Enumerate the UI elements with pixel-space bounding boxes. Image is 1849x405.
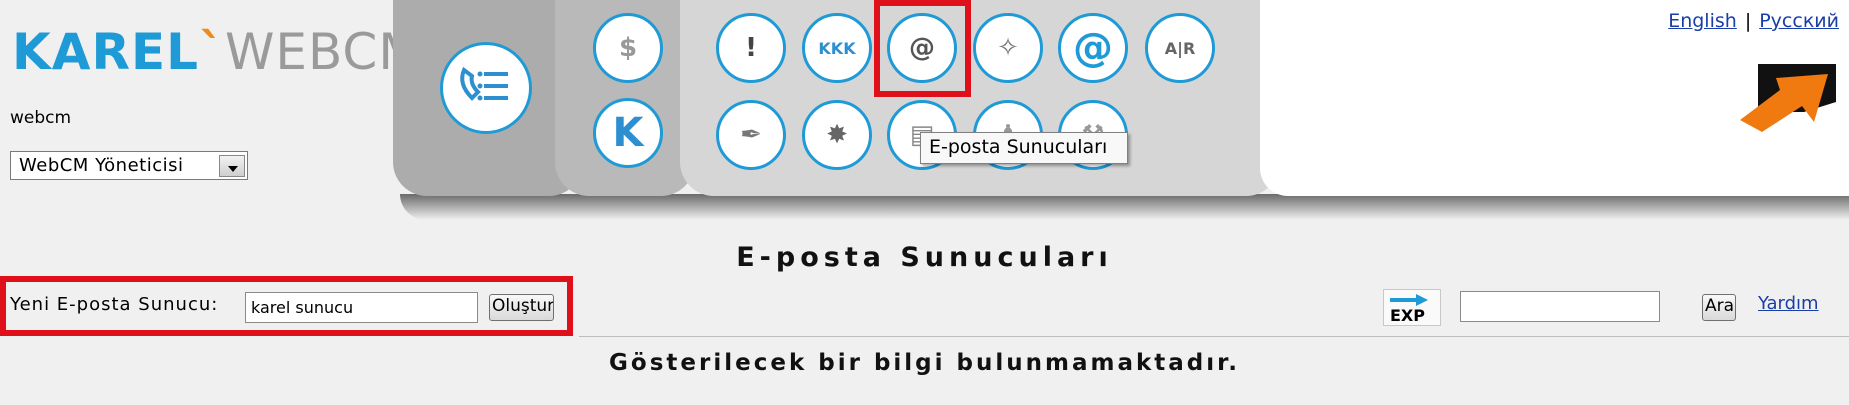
create-button[interactable]: Oluştur bbox=[489, 294, 554, 321]
call-list-icon[interactable] bbox=[440, 42, 532, 134]
logo-accent: ` bbox=[198, 23, 225, 81]
empty-results-message: Gösterilecek bir bilgi bulunmamaktadır. bbox=[609, 350, 1240, 376]
page: KAREL`WEBCM webcm WebCM Yöneticisi $ K !… bbox=[0, 0, 1849, 405]
help-link[interactable]: Yardım bbox=[1758, 293, 1819, 314]
fairy-icon[interactable]: ✧ bbox=[973, 13, 1043, 83]
karel-webcm-logo: KAREL`WEBCM bbox=[12, 22, 422, 82]
toolbar-shadow bbox=[400, 194, 1849, 220]
alert-icon[interactable]: ! bbox=[716, 13, 786, 83]
highlight-box-icon bbox=[874, 0, 971, 97]
ar-book-icon[interactable]: A|R bbox=[1145, 13, 1215, 83]
tooltip: E-posta Sunucuları bbox=[920, 132, 1128, 164]
role-select-value: WebCM Yöneticisi bbox=[19, 155, 184, 176]
logo-brand: KAREL bbox=[12, 23, 199, 81]
export-label: EXP bbox=[1390, 306, 1425, 325]
username-label: webcm bbox=[10, 108, 72, 128]
export-icon[interactable]: EXP bbox=[1383, 289, 1441, 326]
search-button[interactable]: Ara bbox=[1702, 294, 1736, 321]
k-logo-icon[interactable]: K bbox=[593, 98, 663, 168]
divider bbox=[579, 336, 1849, 337]
language-switcher: English | Русский bbox=[1668, 10, 1839, 32]
star-badge-icon[interactable]: ✸ bbox=[802, 100, 872, 170]
money-bag-icon[interactable]: $ bbox=[593, 13, 663, 83]
chevron-down-icon[interactable] bbox=[219, 155, 245, 177]
search-input[interactable] bbox=[1460, 291, 1660, 322]
russian-link[interactable]: Русский bbox=[1759, 10, 1839, 32]
role-select[interactable]: WebCM Yöneticisi bbox=[10, 151, 248, 180]
english-link[interactable]: English bbox=[1668, 10, 1737, 32]
quill-icon[interactable]: ✒ bbox=[716, 100, 786, 170]
new-email-server-input[interactable] bbox=[245, 292, 478, 323]
language-separator: | bbox=[1744, 10, 1752, 32]
at-sign-icon[interactable]: @ bbox=[1058, 13, 1128, 83]
page-title: E-posta Sunucuları bbox=[736, 242, 1113, 273]
kkk-icon[interactable]: KKK bbox=[802, 13, 872, 83]
exit-arrow-icon[interactable] bbox=[1740, 60, 1840, 134]
new-email-server-label: Yeni E-posta Sunucu: bbox=[10, 294, 219, 315]
